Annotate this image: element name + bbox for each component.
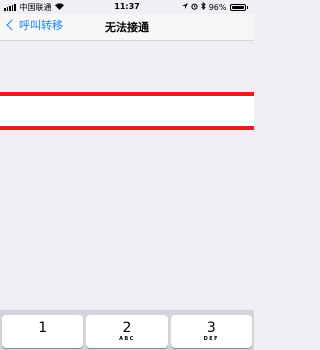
location-icon — [181, 2, 188, 12]
key-2[interactable]: 2 ABC — [86, 315, 168, 348]
battery-cap — [246, 5, 248, 9]
navigation-bar: 呼叫转移 无法接通 — [0, 14, 254, 41]
battery-icon — [229, 3, 246, 11]
status-bar: 中国联通 11:37 96% — [0, 0, 254, 14]
key-letters: ABC — [119, 336, 135, 342]
key-letters: DEF — [203, 336, 220, 342]
battery-fill — [231, 5, 244, 9]
numeric-keypad: 1 2 ABC 3 DEF — [0, 310, 254, 350]
page-title: 无法接通 — [105, 21, 149, 34]
forward-number-row — [0, 92, 254, 130]
key-digit: 2 — [122, 320, 132, 336]
key-digit: 1 — [38, 320, 48, 336]
bluetooth-icon — [200, 1, 206, 12]
status-right: 96% — [181, 1, 248, 12]
key-3[interactable]: 3 DEF — [170, 315, 252, 348]
alarm-icon — [191, 3, 198, 12]
battery-percent: 96% — [208, 2, 227, 12]
key-digit: 3 — [206, 320, 216, 336]
forward-number-input[interactable] — [0, 96, 254, 126]
key-1[interactable]: 1 — [2, 315, 84, 348]
